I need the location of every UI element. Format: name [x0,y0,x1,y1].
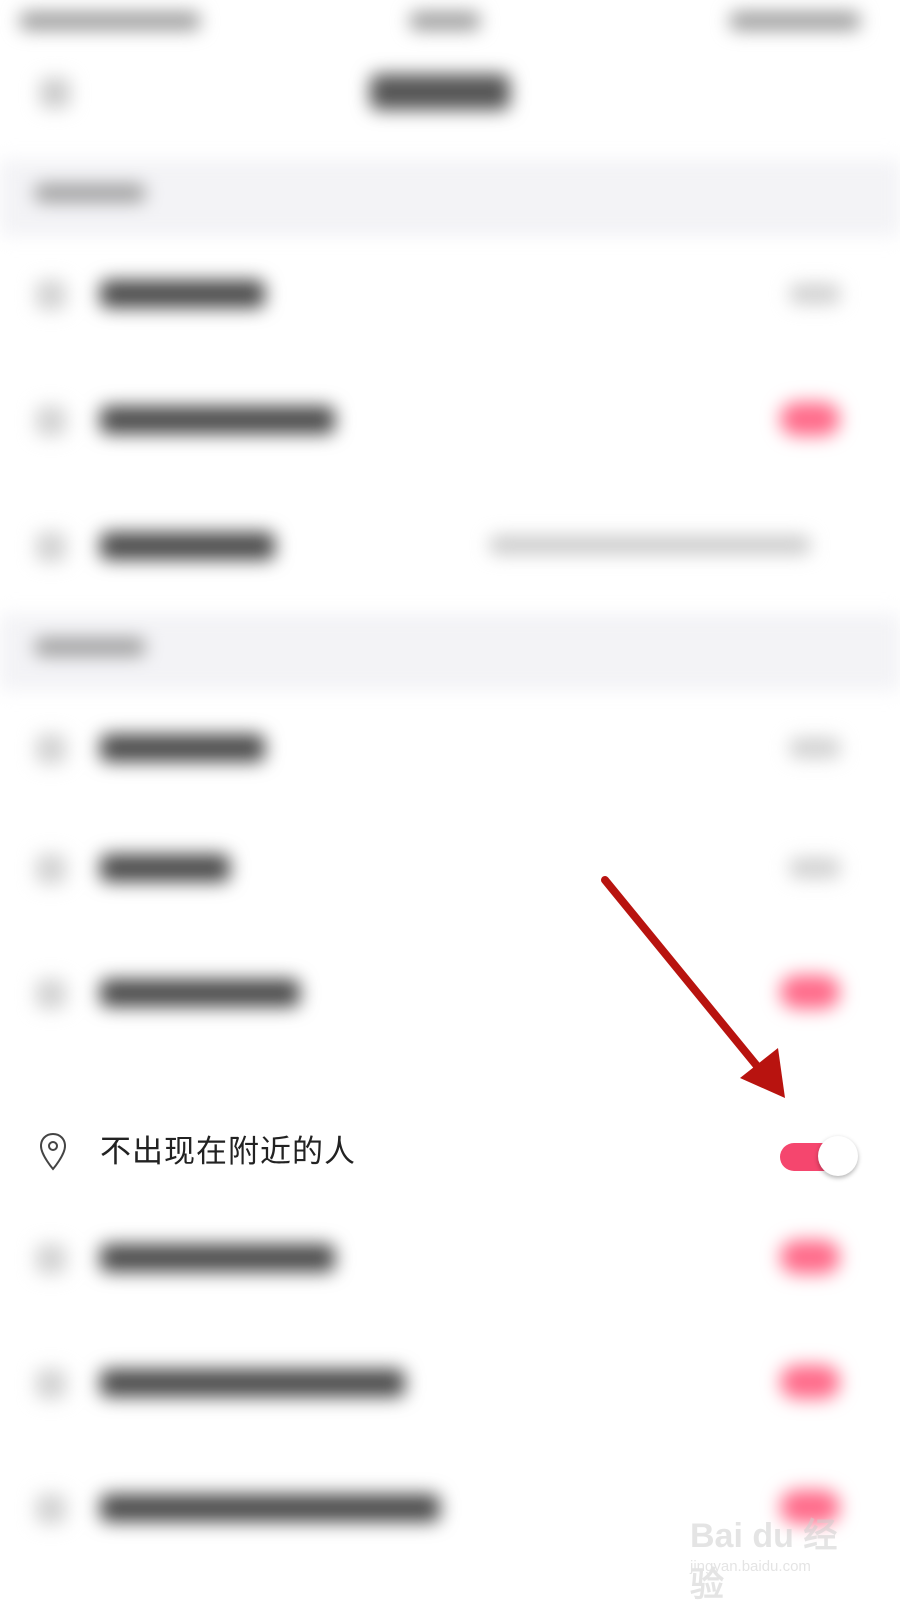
watermark-brand: Bai du 经验 [690,1517,838,1604]
watermark-url: jingyan.baidu.com [690,1558,811,1575]
baidu-watermark: Bai du 经验 jingyan.baidu.com [690,1500,870,1604]
annotation-arrow [601,876,785,1098]
